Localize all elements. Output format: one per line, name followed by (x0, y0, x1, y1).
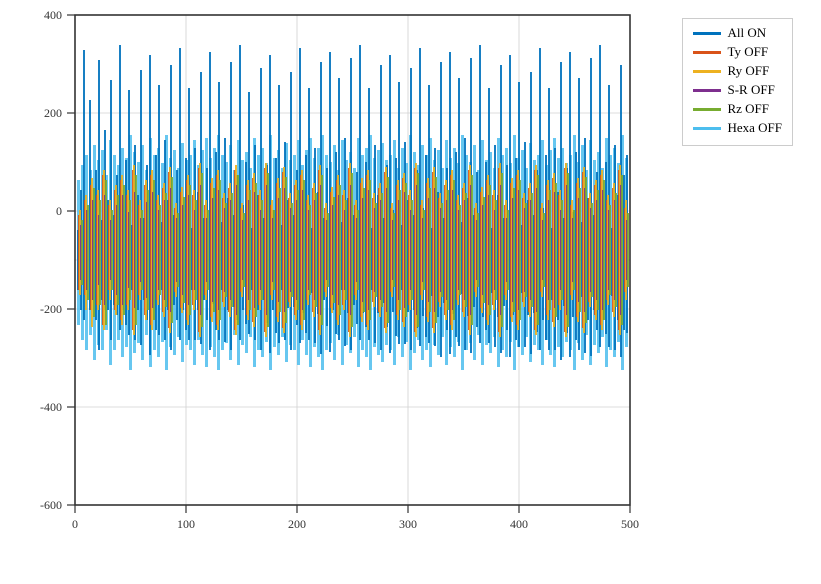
legend-color-all-on (693, 32, 721, 35)
legend-item-hexa-off: Hexa OFF (693, 120, 782, 136)
svg-text:400: 400 (44, 8, 62, 22)
legend-color-hexa-off (693, 127, 721, 130)
legend-label-ry-off: Ry OFF (727, 63, 769, 79)
legend-label-rz-off: Rz OFF (727, 101, 769, 117)
svg-text:-400: -400 (40, 400, 62, 414)
legend-color-rz-off (693, 108, 721, 111)
svg-text:300: 300 (399, 517, 417, 531)
chart-container: 400 200 0 -200 -400 -600 0 100 200 300 4… (0, 0, 821, 584)
legend-item-rz-off: Rz OFF (693, 101, 782, 117)
legend-label-sr-off: S-R OFF (727, 82, 774, 98)
legend-label-ty-off: Ty OFF (727, 44, 768, 60)
legend-color-ty-off (693, 51, 721, 54)
svg-text:400: 400 (510, 517, 528, 531)
svg-text:0: 0 (72, 517, 78, 531)
legend-item-ry-off: Ry OFF (693, 63, 782, 79)
legend-item-all-on: All ON (693, 25, 782, 41)
svg-text:200: 200 (288, 517, 306, 531)
svg-text:-200: -200 (40, 302, 62, 316)
legend-label-all-on: All ON (727, 25, 766, 41)
chart-legend: All ON Ty OFF Ry OFF S-R OFF Rz OFF Hexa… (682, 18, 793, 146)
legend-color-ry-off (693, 70, 721, 73)
svg-text:100: 100 (177, 517, 195, 531)
legend-item-ty-off: Ty OFF (693, 44, 782, 60)
legend-label-hexa-off: Hexa OFF (727, 120, 782, 136)
svg-text:-600: -600 (40, 498, 62, 512)
svg-text:200: 200 (44, 106, 62, 120)
svg-text:500: 500 (621, 517, 639, 531)
legend-color-sr-off (693, 89, 721, 92)
legend-item-sr-off: S-R OFF (693, 82, 782, 98)
svg-text:0: 0 (56, 204, 62, 218)
